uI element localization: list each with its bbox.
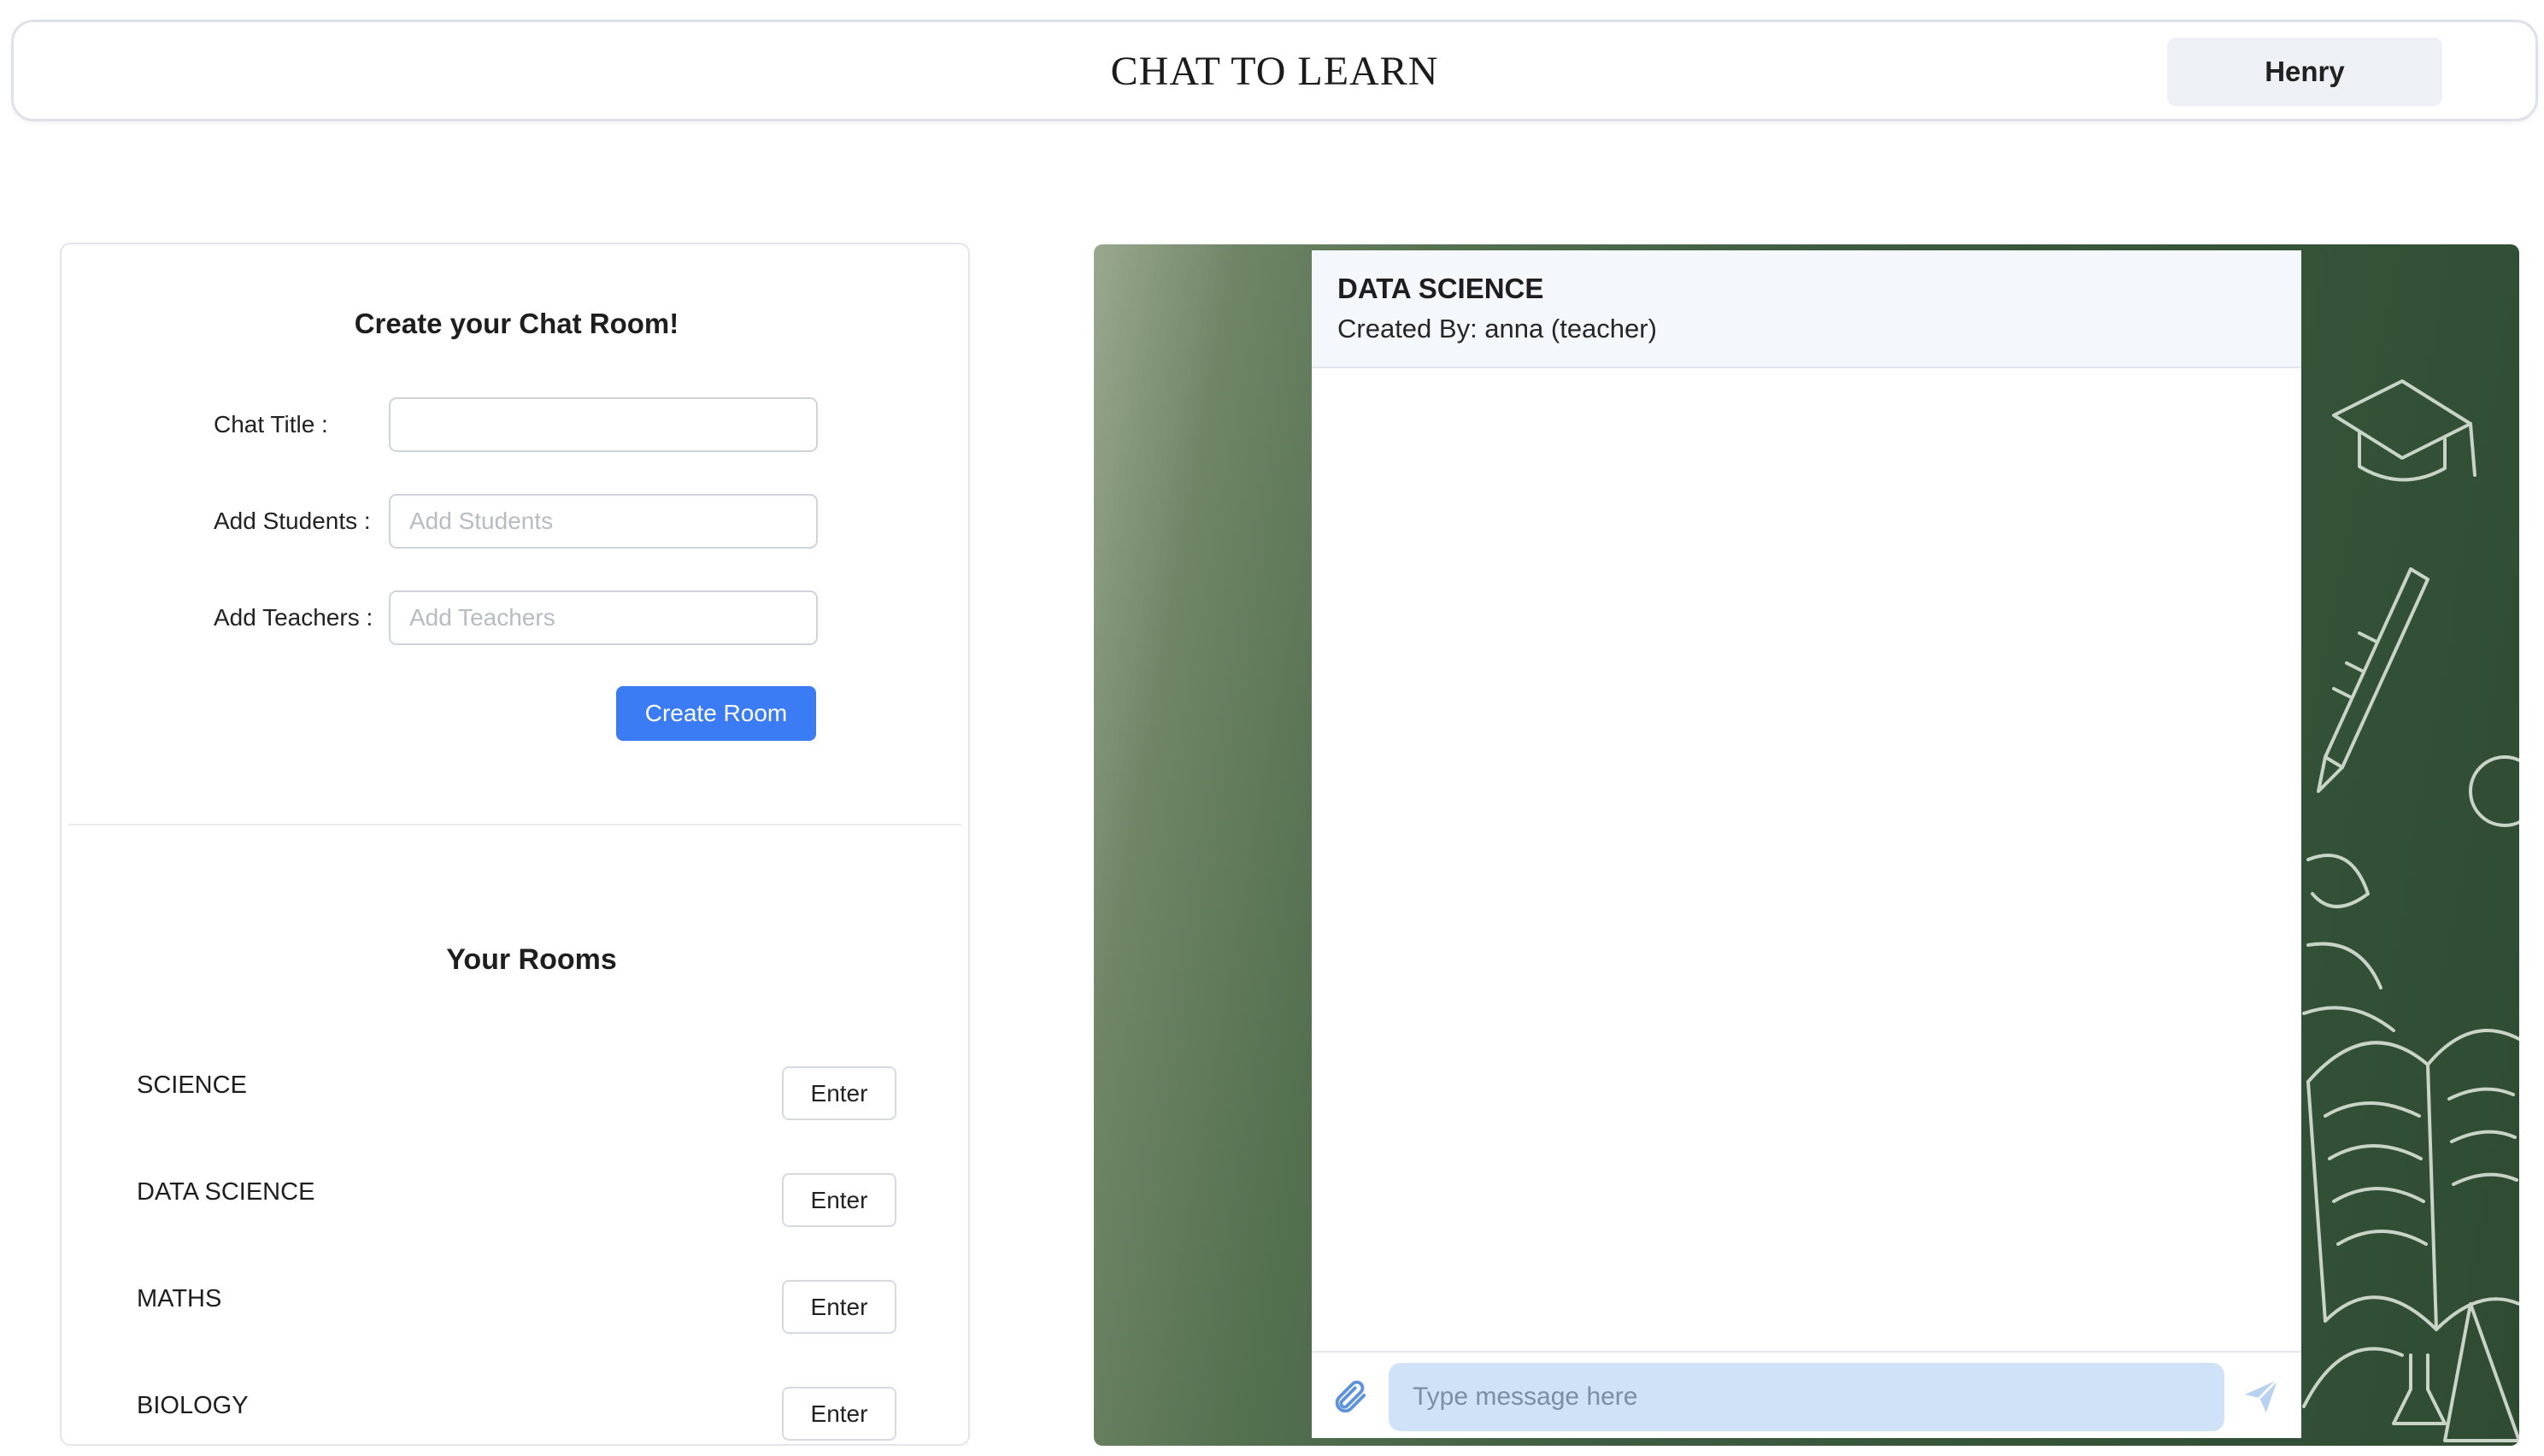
chat-room-title: DATA SCIENCE	[1337, 273, 1544, 304]
paperclip-icon[interactable]	[1331, 1377, 1370, 1416]
create-room-button[interactable]: Create Room	[616, 686, 816, 741]
room-name: MATHS	[137, 1285, 222, 1312]
enter-room-button[interactable]: Enter	[782, 1173, 896, 1227]
chat-header: DATA SCIENCE Created By: anna (teacher)	[1312, 250, 2301, 368]
add-teachers-input[interactable]	[389, 590, 818, 645]
chalk-doodles-illustration	[2302, 379, 2519, 1442]
chat-created-by: Created By: anna (teacher)	[1337, 314, 1657, 343]
chat-title-input[interactable]	[389, 397, 818, 452]
chat-window: DATA SCIENCE Created By: anna (teacher)	[1312, 250, 2301, 1438]
send-icon[interactable]	[2240, 1377, 2283, 1416]
room-name: DATA SCIENCE	[137, 1178, 315, 1206]
add-teachers-label: Add Teachers :	[214, 604, 373, 631]
room-name: BIOLOGY	[137, 1392, 249, 1419]
top-navbar: CHAT TO LEARN Henry	[11, 20, 2538, 121]
enter-room-button[interactable]: Enter	[782, 1066, 896, 1120]
section-divider	[68, 824, 961, 825]
create-room-panel: Create your Chat Room! Chat Title : Add …	[60, 243, 970, 1446]
room-name: SCIENCE	[137, 1071, 247, 1099]
add-students-input[interactable]	[389, 494, 818, 549]
user-menu-button[interactable]: Henry	[2167, 38, 2442, 106]
create-room-heading: Create your Chat Room!	[354, 308, 679, 339]
add-students-label: Add Students :	[214, 508, 371, 534]
app-brand-title: CHAT TO LEARN	[1110, 49, 1439, 94]
chat-input-bar	[1312, 1351, 2301, 1438]
message-list[interactable]	[1312, 368, 2301, 1351]
chat-title-label: Chat Title :	[214, 411, 328, 437]
enter-room-button[interactable]: Enter	[782, 1387, 896, 1441]
your-rooms-heading: Your Rooms	[446, 943, 617, 976]
enter-room-button[interactable]: Enter	[782, 1280, 896, 1334]
message-input[interactable]	[1389, 1363, 2224, 1431]
